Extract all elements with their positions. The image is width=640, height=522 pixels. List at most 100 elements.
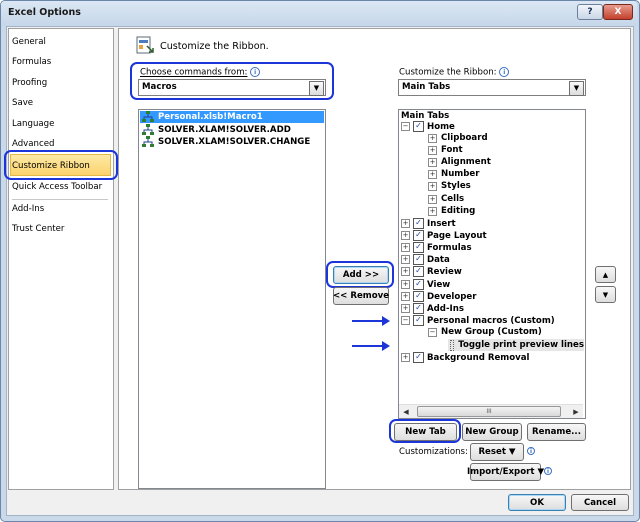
expand-icon[interactable]: + bbox=[401, 353, 410, 362]
tree-node-tab[interactable]: + ✓ View bbox=[401, 279, 450, 290]
reset-button[interactable]: Reset ▼ bbox=[470, 443, 524, 461]
nav-item-proofing[interactable]: Proofing bbox=[12, 78, 47, 88]
macro-name: SOLVER.XLAM!SOLVER.ADD bbox=[158, 125, 291, 135]
tree-node-home[interactable]: − ✓ Home bbox=[401, 121, 455, 132]
tree-node-group[interactable]: + Number bbox=[428, 169, 479, 179]
info-icon: i bbox=[544, 467, 552, 475]
expand-icon[interactable]: + bbox=[401, 243, 410, 252]
customize-ribbon-dropdown[interactable]: Main Tabs ▼ bbox=[398, 79, 586, 96]
tree-node-tab[interactable]: + ✓ Page Layout bbox=[401, 230, 487, 241]
nav-divider bbox=[12, 199, 108, 200]
checkbox-checked-icon[interactable]: ✓ bbox=[413, 352, 424, 363]
tree-node-label: Clipboard bbox=[441, 133, 488, 143]
tree-node-custom-command[interactable]: Toggle print preview lines bbox=[448, 339, 584, 351]
expand-icon[interactable]: + bbox=[401, 267, 410, 276]
collapse-icon[interactable]: − bbox=[401, 122, 410, 131]
tree-node-tab[interactable]: + ✓ Formulas bbox=[401, 242, 472, 253]
annotation-highlight-new-tab bbox=[389, 419, 461, 443]
checkbox-checked-icon[interactable]: ✓ bbox=[413, 254, 424, 265]
tree-node-tab[interactable]: + ✓ Insert bbox=[401, 218, 456, 229]
checkbox-checked-icon[interactable]: ✓ bbox=[413, 266, 424, 277]
nav-item-advanced[interactable]: Advanced bbox=[12, 139, 54, 149]
checkbox-checked-icon[interactable]: ✓ bbox=[413, 218, 424, 229]
annotation-highlight-commands-dropdown bbox=[130, 62, 334, 100]
tree-node-tab[interactable]: + ✓ Data bbox=[401, 254, 450, 265]
expand-icon[interactable]: + bbox=[428, 194, 437, 204]
tree-node-label: Number bbox=[441, 169, 480, 179]
tree-node-group[interactable]: + Font bbox=[428, 145, 463, 155]
list-item[interactable]: SOLVER.XLAM!SOLVER.ADD bbox=[142, 124, 312, 136]
tree-node-tab[interactable]: + ✓ Add-Ins bbox=[401, 303, 464, 314]
list-item[interactable]: Personal.xlsb!Macro1 bbox=[142, 111, 312, 123]
tree-node-group[interactable]: + Editing bbox=[428, 206, 475, 216]
nav-item-add-ins[interactable]: Add-Ins bbox=[12, 204, 44, 214]
nav-item-save[interactable]: Save bbox=[12, 98, 33, 108]
expand-icon[interactable]: + bbox=[401, 280, 410, 289]
expand-icon[interactable]: + bbox=[401, 219, 410, 228]
macro-name: SOLVER.XLAM!SOLVER.CHANGE bbox=[158, 137, 311, 147]
expand-icon[interactable]: + bbox=[401, 304, 410, 313]
tree-node-tab[interactable]: + ✓ Background Removal bbox=[401, 352, 529, 363]
tree-node-label: Insert bbox=[427, 218, 456, 229]
checkbox-checked-icon[interactable]: ✓ bbox=[413, 121, 424, 132]
checkbox-checked-icon[interactable]: ✓ bbox=[413, 303, 424, 314]
cancel-button[interactable]: Cancel bbox=[571, 494, 629, 511]
checkbox-checked-icon[interactable]: ✓ bbox=[413, 291, 424, 302]
expand-icon[interactable]: + bbox=[428, 133, 437, 143]
tree-node-tab[interactable]: + ✓ Developer bbox=[401, 291, 476, 302]
annotation-highlight-add-button bbox=[326, 261, 394, 288]
rename-button[interactable]: Rename... bbox=[527, 423, 586, 441]
info-icon: i bbox=[527, 447, 535, 455]
macro-icon bbox=[142, 136, 154, 147]
tree-node-custom-group[interactable]: − New Group (Custom) bbox=[428, 327, 542, 337]
remove-button[interactable]: << Remove bbox=[333, 287, 389, 305]
tree-node-tab[interactable]: + ✓ Review bbox=[401, 266, 462, 277]
expand-icon[interactable]: + bbox=[428, 169, 437, 179]
commands-list[interactable] bbox=[138, 109, 326, 489]
close-button[interactable]: X bbox=[603, 4, 633, 20]
nav-item-general[interactable]: General bbox=[12, 37, 46, 47]
tree-node-group[interactable]: + Styles bbox=[428, 181, 471, 191]
expand-icon[interactable]: + bbox=[401, 292, 410, 301]
checkbox-checked-icon[interactable]: ✓ bbox=[413, 315, 424, 326]
collapse-icon[interactable]: − bbox=[428, 327, 437, 337]
help-button[interactable]: ? bbox=[577, 4, 603, 20]
macro-icon bbox=[142, 111, 154, 122]
expand-icon[interactable]: + bbox=[401, 255, 410, 264]
move-up-button[interactable]: ▲ bbox=[595, 266, 616, 283]
nav-item-trust-center[interactable]: Trust Center bbox=[12, 224, 64, 234]
expand-icon[interactable]: + bbox=[428, 145, 437, 155]
tree-node-label: View bbox=[427, 279, 451, 290]
tree-horizontal-scrollbar[interactable]: ◀ III ▶ bbox=[399, 404, 583, 418]
nav-item-formulas[interactable]: Formulas bbox=[12, 57, 51, 67]
import-export-button[interactable]: Import/Export ▼ bbox=[467, 463, 544, 481]
collapse-icon[interactable]: − bbox=[401, 316, 410, 325]
tree-node-label: Alignment bbox=[441, 157, 491, 167]
expand-icon[interactable]: + bbox=[428, 206, 437, 216]
tree-node-group[interactable]: + Alignment bbox=[428, 157, 491, 167]
scrollbar-thumb[interactable]: III bbox=[417, 406, 561, 417]
expand-icon[interactable]: + bbox=[428, 157, 437, 167]
tree-node-label: Editing bbox=[441, 206, 476, 216]
nav-item-language[interactable]: Language bbox=[12, 119, 54, 129]
scroll-left-icon[interactable]: ◀ bbox=[399, 405, 413, 418]
checkbox-checked-icon[interactable]: ✓ bbox=[413, 279, 424, 290]
scroll-right-icon[interactable]: ▶ bbox=[569, 405, 583, 418]
expand-icon[interactable]: + bbox=[428, 181, 437, 191]
nav-item-quick-access-toolbar[interactable]: Quick Access Toolbar bbox=[12, 182, 102, 192]
tree-node-custom-tab[interactable]: − ✓ Personal macros (Custom) bbox=[401, 315, 555, 326]
tree-node-label: Home bbox=[427, 121, 455, 132]
dropdown-arrow-icon[interactable]: ▼ bbox=[569, 81, 584, 96]
list-item[interactable]: SOLVER.XLAM!SOLVER.CHANGE bbox=[142, 136, 312, 148]
tree-node-group[interactable]: + Clipboard bbox=[428, 133, 488, 143]
checkbox-checked-icon[interactable]: ✓ bbox=[413, 230, 424, 241]
tree-header: Main Tabs bbox=[401, 111, 450, 121]
move-down-button[interactable]: ▼ bbox=[595, 286, 616, 303]
checkbox-checked-icon[interactable]: ✓ bbox=[413, 242, 424, 253]
tree-node-label: Cells bbox=[441, 194, 465, 204]
customize-ribbon-icon bbox=[136, 36, 154, 54]
tree-node-group[interactable]: + Cells bbox=[428, 194, 464, 204]
new-group-button[interactable]: New Group bbox=[462, 423, 522, 441]
expand-icon[interactable]: + bbox=[401, 231, 410, 240]
ok-button[interactable]: OK bbox=[508, 494, 566, 511]
